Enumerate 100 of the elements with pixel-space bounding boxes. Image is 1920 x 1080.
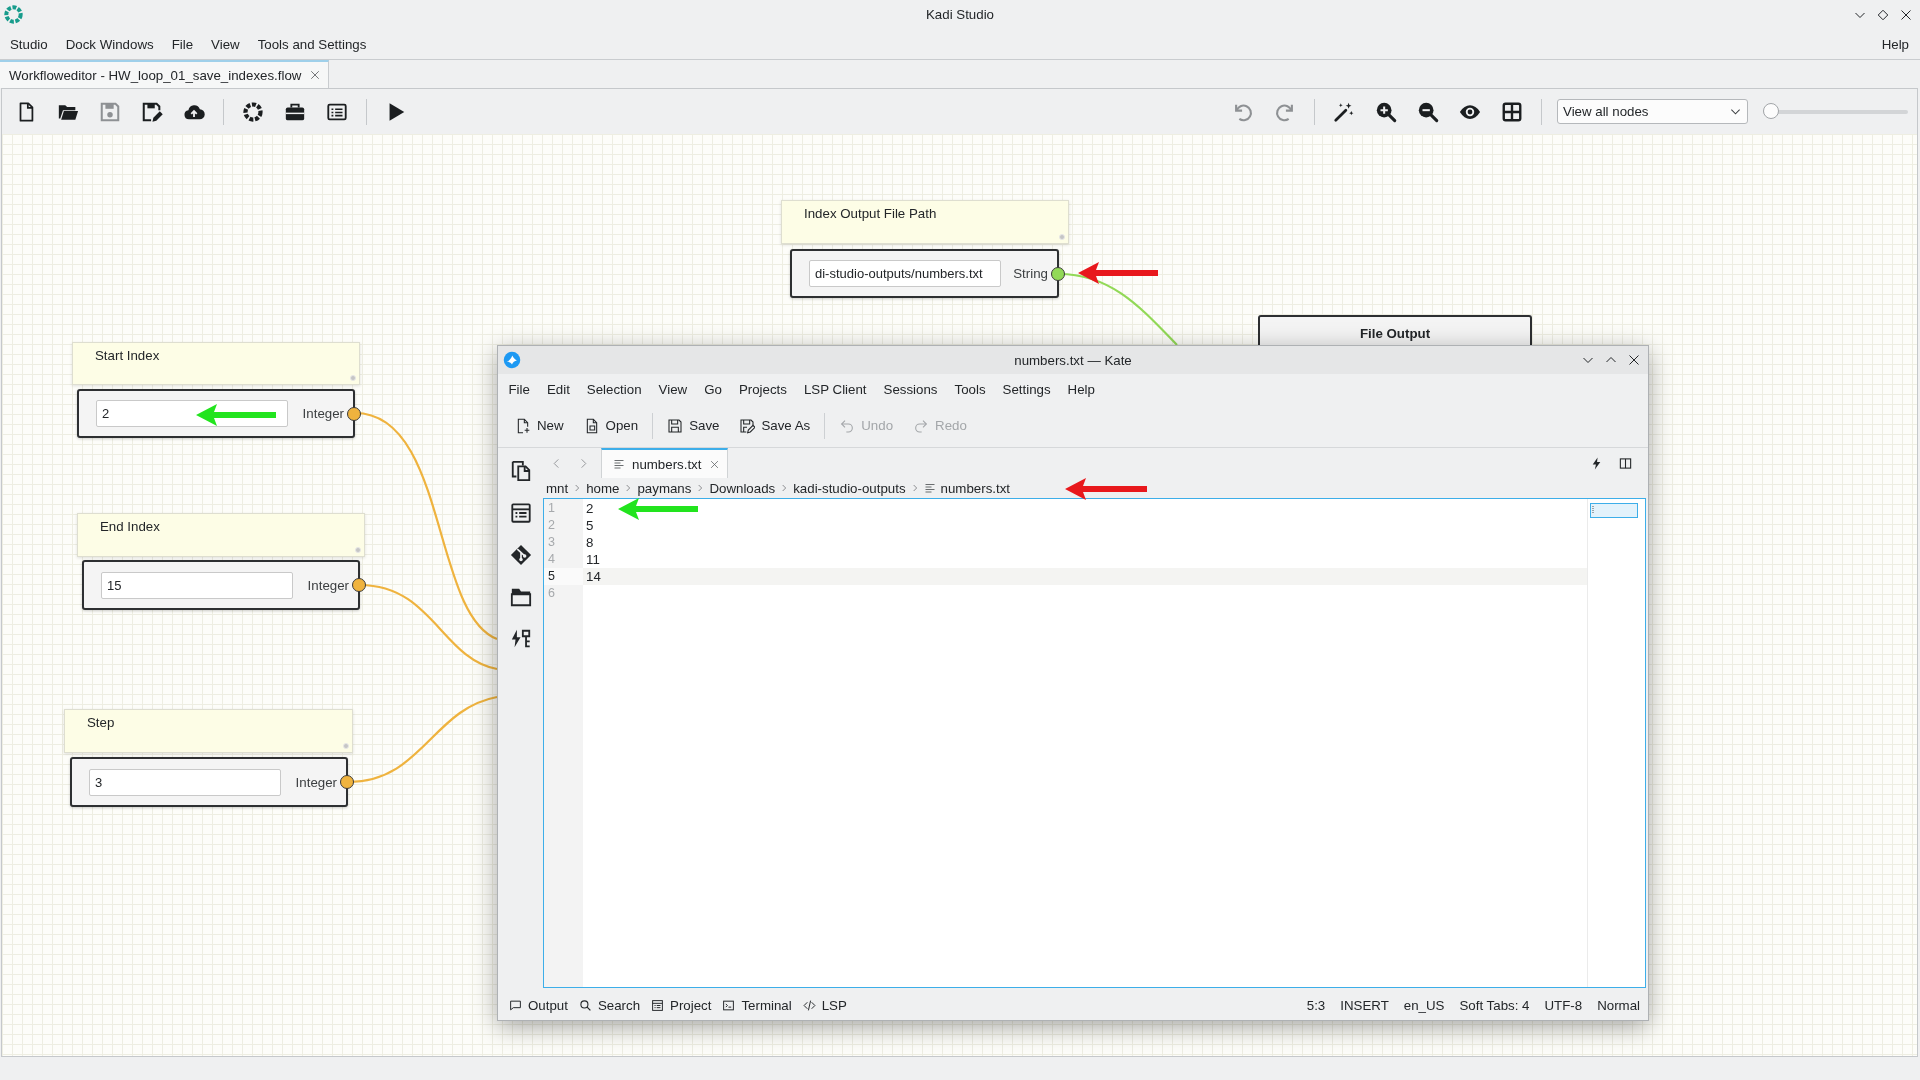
- port-label: String: [1013, 266, 1048, 281]
- slider-handle[interactable]: [1763, 102, 1779, 119]
- menu-item[interactable]: Tools and Settings: [248, 34, 376, 54]
- chevron-right-icon: [624, 484, 633, 492]
- port-label: Integer: [302, 406, 344, 421]
- code-line: 8: [586, 535, 594, 550]
- close-icon[interactable]: [1628, 354, 1640, 366]
- breadcrumb-item[interactable]: home: [586, 480, 620, 496]
- menu-item[interactable]: Go: [695, 379, 731, 399]
- magic-wand-icon[interactable]: [1333, 100, 1355, 123]
- panel-button[interactable]: Project: [646, 995, 717, 1015]
- breadcrumb-item[interactable]: paymans: [637, 480, 692, 496]
- chevron-right-icon: [910, 484, 919, 492]
- breadcrumb-item[interactable]: kadi-studio-outputs: [793, 480, 906, 496]
- breadcrumb-item[interactable]: numbers.txt: [940, 480, 1011, 496]
- menu-item[interactable]: Selection: [578, 379, 651, 399]
- port-dot-icon[interactable]: [1051, 266, 1065, 281]
- status-text[interactable]: Soft Tabs: 4: [1459, 997, 1530, 1013]
- chevron-right-icon: [780, 484, 789, 492]
- resize-dot-icon[interactable]: [343, 743, 349, 749]
- toolbar-button[interactable]: Open: [577, 413, 645, 438]
- document-tab[interactable]: Workfloweditor - HW_loop_01_save_indexes.flow: [0, 60, 330, 88]
- code-line: 2: [586, 501, 594, 516]
- zoom-in-icon[interactable]: [1375, 100, 1397, 123]
- diamond-icon[interactable]: [1877, 8, 1889, 21]
- breadcrumb-item[interactable]: mnt: [546, 480, 569, 496]
- bolt-icon[interactable]: [1590, 456, 1603, 470]
- menu-item[interactable]: Studio: [1, 34, 57, 54]
- split-view-icon[interactable]: [1619, 456, 1632, 470]
- list-icon[interactable]: [509, 502, 532, 524]
- speech-bubble-icon: [509, 998, 522, 1012]
- window-title: numbers.txt — Kate: [1014, 352, 1132, 368]
- menu-item[interactable]: Dock Windows: [56, 34, 163, 54]
- menu-item[interactable]: Projects: [730, 379, 796, 399]
- port-label: Integer: [295, 774, 337, 790]
- node-header[interactable]: Start Index: [72, 342, 360, 385]
- menu-item[interactable]: Help: [1872, 34, 1918, 54]
- window-title: Kadi Studio: [926, 7, 994, 22]
- git-icon[interactable]: [509, 544, 532, 566]
- line-number: 4: [547, 551, 556, 568]
- breadcrumb-item[interactable]: Downloads: [709, 480, 776, 496]
- toolbar-button[interactable]: Save: [661, 413, 726, 438]
- input-field[interactable]: 15: [101, 571, 293, 599]
- node-header[interactable]: Index Output File Path: [781, 200, 1069, 244]
- ring-icon[interactable]: [242, 100, 264, 123]
- panel-button[interactable]: LSP: [797, 995, 852, 1015]
- port-dot-icon[interactable]: [347, 406, 361, 421]
- line-number: 6: [547, 585, 556, 602]
- menu-item[interactable]: View: [650, 379, 696, 399]
- code-line: 14: [586, 569, 601, 584]
- view-dropdown[interactable]: View all nodes: [1557, 99, 1748, 124]
- status-text[interactable]: en_US: [1403, 997, 1445, 1013]
- line-number: 3: [547, 534, 556, 551]
- menu-item[interactable]: File: [500, 379, 539, 399]
- documents-icon[interactable]: [509, 460, 532, 482]
- code-icon: [802, 998, 816, 1012]
- app-logo-icon: [3, 4, 24, 25]
- list-icon: [651, 998, 665, 1012]
- toolbar-button[interactable]: Save As: [733, 413, 817, 438]
- floppy-pencil-icon[interactable]: [141, 100, 163, 123]
- new-document-icon: [515, 417, 531, 434]
- resize-dot-icon[interactable]: [1059, 234, 1065, 240]
- close-icon[interactable]: [1900, 8, 1912, 21]
- terminal-icon: [722, 998, 736, 1012]
- text-file-icon: [923, 482, 936, 494]
- panel-button[interactable]: Terminal: [717, 995, 797, 1015]
- output-node[interactable]: File Output: [1258, 315, 1532, 345]
- input-field[interactable]: 3: [89, 768, 281, 796]
- grid-icon[interactable]: [1501, 100, 1523, 123]
- line-number: 5: [544, 568, 583, 585]
- input-field[interactable]: di-studio-outputs/numbers.txt: [809, 260, 1001, 287]
- text-editor[interactable]: 1 2 3 4 5 6 2 5 8 11 14: [543, 498, 1646, 988]
- status-text[interactable]: UTF-8: [1544, 997, 1583, 1013]
- status-text[interactable]: INSERT: [1340, 997, 1389, 1013]
- panel-button[interactable]: Search: [573, 995, 646, 1015]
- folder-icon[interactable]: [509, 586, 532, 608]
- resize-dot-icon[interactable]: [355, 547, 361, 553]
- node-header[interactable]: Step: [64, 709, 353, 753]
- node-title: Index Output File Path: [804, 206, 937, 221]
- undo-icon: [839, 417, 856, 434]
- status-text[interactable]: 5:3: [1306, 997, 1326, 1013]
- menu-item[interactable]: Tools: [946, 379, 995, 399]
- zoom-out-icon[interactable]: [1417, 100, 1439, 123]
- menu-item[interactable]: LSP Client: [795, 379, 876, 399]
- menu-item[interactable]: Edit: [538, 379, 579, 399]
- panel-button[interactable]: Output: [504, 995, 573, 1015]
- search-icon: [578, 998, 592, 1012]
- menu-item[interactable]: Help: [1059, 379, 1104, 399]
- status-text[interactable]: Normal: [1597, 997, 1640, 1013]
- port-dot-icon[interactable]: [340, 775, 354, 789]
- node-header[interactable]: End Index: [77, 513, 365, 557]
- document-tab[interactable]: numbers.txt: [601, 448, 729, 478]
- menu-item[interactable]: View: [202, 34, 249, 54]
- menu-item[interactable]: Settings: [994, 379, 1060, 399]
- resize-dot-icon[interactable]: [350, 375, 356, 381]
- menu-item[interactable]: File: [162, 34, 203, 54]
- toolbar-button[interactable]: New: [509, 413, 570, 438]
- menu-item[interactable]: Sessions: [875, 379, 946, 399]
- port-dot-icon[interactable]: [352, 578, 366, 592]
- bolt-tree-icon[interactable]: [509, 628, 532, 650]
